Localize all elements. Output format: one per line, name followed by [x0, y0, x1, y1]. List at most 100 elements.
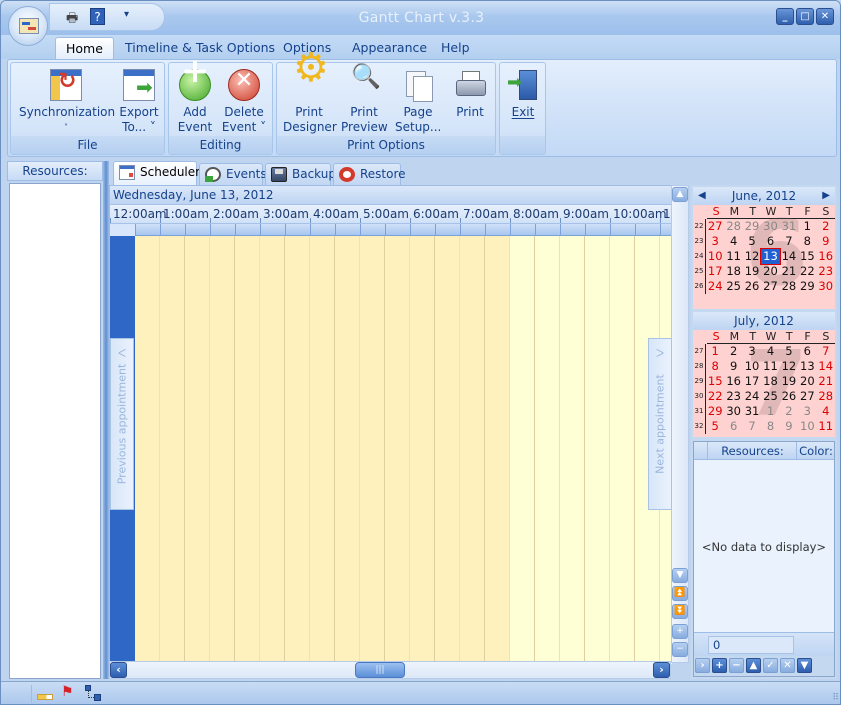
calendar-day[interactable]: 7 — [780, 234, 798, 249]
scroll-up-button[interactable]: ▲ — [672, 187, 688, 202]
time-slot[interactable] — [310, 236, 335, 664]
apply-check-icon[interactable]: ✓ — [763, 658, 778, 673]
vertical-scrollbar[interactable]: ▲ ▼ ⏫ ⏬ + − — [671, 185, 689, 663]
calendar-day[interactable]: 11 — [817, 419, 835, 434]
page-setup-button[interactable]: Page Setup... — [395, 69, 441, 135]
calendar-day[interactable]: 16 — [817, 249, 835, 264]
filter-icon[interactable]: ▼ — [797, 658, 812, 673]
calendar-day[interactable]: 3 — [706, 234, 724, 249]
calendar-day[interactable]: 18 — [761, 374, 779, 389]
calendar-day[interactable]: 4 — [724, 234, 742, 249]
minimize-button[interactable]: _ — [776, 8, 794, 25]
resize-grip-icon[interactable]: ⠿ — [832, 693, 839, 703]
time-slot[interactable] — [285, 236, 310, 664]
calendar-july[interactable]: July, 2012 7 S M T W T F S 27 1 2 3 4 5 6 7 28 8 9 10 11 12 13 1… — [693, 312, 835, 437]
time-slot[interactable] — [235, 236, 260, 664]
time-slot[interactable] — [510, 236, 535, 664]
calendar-day[interactable]: 10 — [743, 359, 761, 374]
calendar-day[interactable]: 22 — [706, 389, 724, 404]
calendar-day[interactable]: 5 — [743, 234, 761, 249]
calendar-day[interactable]: 9 — [780, 419, 798, 434]
calendar-day[interactable]: 2 — [817, 219, 835, 234]
calendar-day[interactable]: 8 — [798, 234, 816, 249]
calendar-day[interactable]: 22 — [798, 264, 816, 279]
tab-scheduler[interactable]: Scheduler — [113, 161, 200, 185]
calendar-day[interactable]: 2 — [724, 344, 742, 359]
time-slot[interactable] — [135, 236, 160, 664]
calendar-day[interactable]: 5 — [706, 419, 724, 434]
calendar-day[interactable]: 26 — [743, 279, 761, 294]
time-slot[interactable] — [585, 236, 610, 664]
calendar-day[interactable]: 31 — [780, 219, 798, 234]
tree-expand-icon[interactable] — [85, 685, 101, 701]
calendar-day[interactable]: 2 — [780, 404, 798, 419]
calendar-day[interactable]: 16 — [724, 374, 742, 389]
synchronization-button[interactable]: Synchronization ˅ — [19, 69, 115, 135]
calendar-day[interactable]: 24 — [706, 279, 724, 294]
calendar-day[interactable]: 4 — [817, 404, 835, 419]
scroll-first-icon[interactable]: ⏫ — [672, 586, 688, 601]
first-record-icon[interactable]: › — [695, 658, 710, 673]
calendar-day[interactable]: 14 — [780, 249, 798, 264]
print-designer-button[interactable]: Print Designer — [283, 61, 337, 135]
calendar-day[interactable]: 1 — [798, 219, 816, 234]
time-slot[interactable] — [260, 236, 285, 664]
filter-input[interactable]: 0 — [708, 636, 794, 654]
column-color[interactable]: Color: — [798, 442, 834, 460]
calendar-day[interactable]: 28 — [724, 219, 742, 234]
calendar-day[interactable]: 13 — [798, 359, 816, 374]
tab-help[interactable]: Help — [431, 37, 480, 59]
previous-month-icon[interactable]: ◀ — [698, 187, 706, 205]
cancel-x-icon[interactable]: ✕ — [780, 658, 795, 673]
calendar-day[interactable]: 8 — [706, 359, 724, 374]
calendar-day[interactable]: 21 — [817, 374, 835, 389]
time-slot[interactable] — [185, 236, 210, 664]
time-slot[interactable] — [485, 236, 510, 664]
calendar-day[interactable]: 21 — [780, 264, 798, 279]
delete-event-button[interactable]: Delete Event ˅ — [219, 69, 269, 135]
progress-icon[interactable] — [37, 694, 53, 700]
tab-appearance[interactable]: Appearance — [342, 37, 437, 59]
calendar-june[interactable]: June, 2012◀▶6SMTWTFS22272829303112233456… — [693, 187, 835, 309]
horizontal-scrollbar[interactable]: ‹ ||| › — [109, 661, 671, 679]
calendar-day[interactable]: 9 — [724, 359, 742, 374]
tab-home[interactable]: Home — [55, 37, 114, 59]
calendar-day[interactable]: 19 — [780, 374, 798, 389]
next-appointment-button[interactable]: ᐳ Next appointment — [648, 338, 672, 510]
calendar-day[interactable]: 30 — [817, 279, 835, 294]
calendar-day[interactable]: 17 — [706, 264, 724, 279]
calendar-day[interactable]: 15 — [706, 374, 724, 389]
time-slot[interactable] — [385, 236, 410, 664]
calendar-day[interactable]: 7 — [817, 344, 835, 359]
calendar-day[interactable]: 3 — [743, 344, 761, 359]
close-button[interactable]: ✕ — [816, 8, 834, 25]
calendar-day[interactable]: 29 — [706, 404, 724, 419]
calendar-day[interactable]: 19 — [743, 264, 761, 279]
calendar-day[interactable]: 20 — [761, 264, 779, 279]
calendar-day[interactable]: 26 — [780, 389, 798, 404]
scroll-thumb[interactable]: ||| — [355, 662, 405, 678]
calendar-day[interactable]: 4 — [761, 344, 779, 359]
scroll-right-button[interactable]: › — [653, 662, 670, 678]
tab-restore[interactable]: Restore — [333, 163, 406, 185]
calendar-day[interactable]: 30 — [761, 219, 779, 234]
print-preview-button[interactable]: Print Preview — [341, 69, 388, 135]
zoom-in-button[interactable]: + — [672, 624, 688, 639]
calendar-day[interactable]: 3 — [798, 404, 816, 419]
calendar-day[interactable]: 12 — [743, 249, 761, 264]
calendar-day[interactable]: 1 — [761, 404, 779, 419]
calendar-day[interactable]: 18 — [724, 264, 742, 279]
calendar-day[interactable]: 6 — [724, 419, 742, 434]
time-slot[interactable] — [610, 236, 635, 664]
scroll-last-icon[interactable]: ⏬ — [672, 604, 688, 619]
exit-button[interactable]: Exit — [504, 69, 542, 120]
calendar-day[interactable]: 25 — [724, 279, 742, 294]
calendar-day[interactable]: 5 — [780, 344, 798, 359]
time-slot[interactable] — [335, 236, 360, 664]
calendar-day[interactable]: 11 — [724, 249, 742, 264]
zoom-out-button[interactable]: − — [672, 642, 688, 657]
calendar-day[interactable]: 8 — [761, 419, 779, 434]
calendar-day[interactable]: 10 — [706, 249, 724, 264]
tab-events[interactable]: Events — [199, 163, 267, 185]
calendar-day[interactable]: 27 — [798, 389, 816, 404]
